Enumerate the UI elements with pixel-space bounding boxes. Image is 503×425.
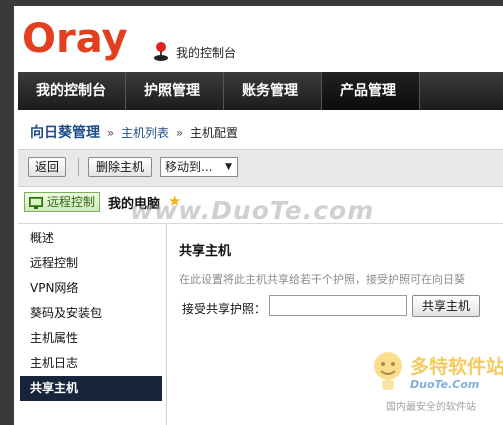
panel-title: 共享主机 [179,244,232,259]
watermark-tagline: 国内最安全的软件站 [386,402,476,413]
breadcrumb-current: 主机配置 [190,126,239,140]
watermark-subtitle: DuoTe.Com [410,378,480,391]
breadcrumb: 向日葵管理 » 主机列表 » 主机配置 [30,122,238,142]
breadcrumb-separator: » [175,126,184,140]
sidebar-item-vpn[interactable]: VPN网络 [20,276,162,301]
logo-text: Oray [22,16,128,62]
joystick-icon [151,40,171,65]
back-button[interactable]: 返回 [28,157,66,177]
remote-control-label: 远程控制 [47,195,96,209]
watermark-domain: www.DuoTe.com [130,196,375,225]
breadcrumb-separator: » [106,126,115,140]
panel-description: 在此设置将此主机共享给若干个护照，接受护照可在向日葵 [179,273,465,286]
chevron-down-icon: ▼ [225,162,232,172]
sidebar-item-install-package[interactable]: 葵码及安装包 [20,301,162,326]
sidebar-item-remote-control[interactable]: 远程控制 [20,251,162,276]
tab-products[interactable]: 产品管理 [322,72,420,110]
watermark-title: 多特软件站 [410,356,503,378]
tab-my-console[interactable]: 我的控制台 [18,72,126,110]
accept-passport-input[interactable] [269,295,407,316]
sidebar-item-overview[interactable]: 概述 [20,226,162,251]
sidebar-item-share-host[interactable]: 共享主机 [20,376,162,401]
console-link[interactable]: 我的控制台 [176,44,236,61]
remote-control-button[interactable]: 远程控制 [24,192,100,212]
move-to-select[interactable]: 移动到... ▼ [160,157,238,177]
sidebar-item-host-log[interactable]: 主机日志 [20,351,162,376]
sidebar-item-host-properties[interactable]: 主机属性 [20,326,162,351]
accept-passport-label: 接受共享护照： [182,302,267,316]
breadcrumb-host-list[interactable]: 主机列表 [121,126,169,140]
breadcrumb-root[interactable]: 向日葵管理 [30,125,100,141]
oray-logo[interactable]: Oray [20,14,150,64]
sidebar-divider [166,224,167,425]
toolbar: 返回 删除主机 移动到... ▼ [18,149,503,187]
delete-host-button[interactable]: 删除主机 [88,157,152,177]
share-host-button[interactable]: 共享主机 [412,295,480,317]
monitor-icon [29,196,43,214]
main-nav: 我的控制台 护照管理 账务管理 产品管理 [18,72,503,110]
watermark-logo: 多特软件站 DuoTe.Com 国内最安全的软件站 [364,346,503,420]
app-window: Oray 我的控制台 我的控制台 护照管理 账务管理 产品管理 向日葵管理 » … [14,6,503,425]
tab-passport[interactable]: 护照管理 [126,72,224,110]
toolbar-divider [78,158,79,176]
move-to-value: 移动到... [165,160,213,174]
mascot-icon [370,350,406,395]
tab-billing[interactable]: 账务管理 [224,72,322,110]
sidebar: 概述 远程控制 VPN网络 葵码及安装包 主机属性 主机日志 共享主机 [20,226,162,401]
